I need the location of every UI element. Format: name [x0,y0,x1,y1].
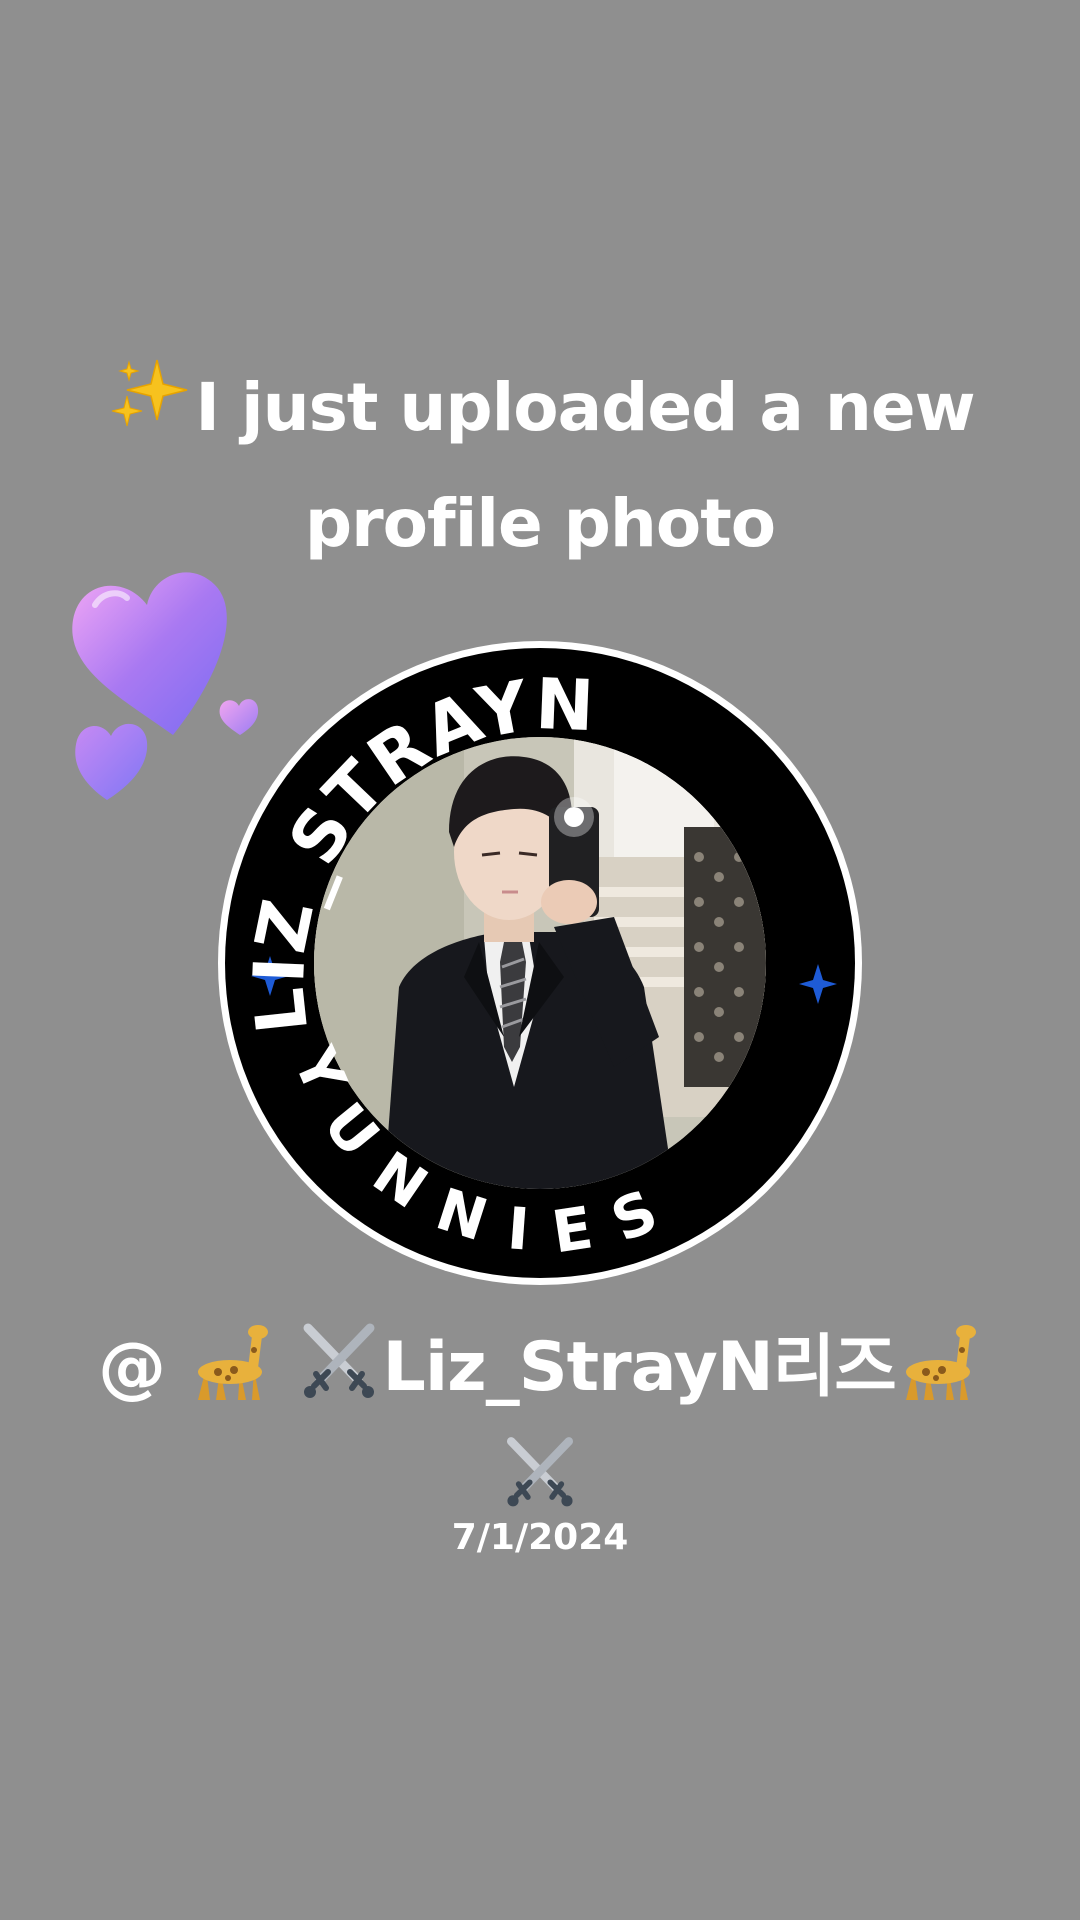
crossed-swords-icon [303,1323,375,1398]
headline: I just uploaded a new profile photo [60,350,1020,582]
trailing-swords [0,1432,1080,1514]
sparkles-icon [112,359,188,427]
giraffe-icon [197,1325,268,1400]
profile-badge: LIZ_STRAYN YUNNIES [215,638,865,1288]
giraffe-icon [905,1325,976,1400]
at-symbol: @ [98,1328,166,1407]
profile-username: @ Liz_StrayN리즈 [40,1318,1040,1416]
headline-line-1: I just uploaded a new [60,350,1020,466]
crossed-swords-icon [506,1437,574,1507]
profile-photo-image [314,737,766,1189]
profile-photo [314,737,766,1189]
profile-name: Liz_StrayN리즈 [382,1328,896,1407]
headline-line-1-text: I just uploaded a new [195,369,975,446]
upload-date: 7/1/2024 [451,1517,629,1558]
